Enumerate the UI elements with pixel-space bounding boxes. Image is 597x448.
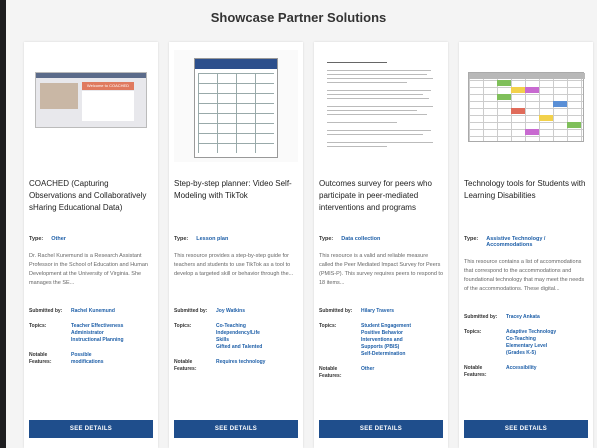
notable-features-label: Notable Features: bbox=[464, 365, 487, 378]
card-meta: Submitted by: Tracey Ankata Topics: Adapti… bbox=[464, 314, 588, 379]
type-row: Type: Data collection bbox=[319, 236, 443, 242]
topics-label: Topics: bbox=[319, 323, 337, 329]
type-label: Type: bbox=[29, 236, 44, 242]
notable-features-label: Notable Features: bbox=[29, 352, 52, 365]
card-description: This resource contains a list of accommo… bbox=[464, 259, 585, 292]
solution-card: Welcome to COACHED COACHED (Capturing Ob… bbox=[24, 42, 158, 448]
card-thumbnail[interactable] bbox=[464, 50, 588, 162]
card-thumbnail[interactable] bbox=[174, 50, 298, 162]
see-details-button[interactable]: SEE DETAILS bbox=[464, 420, 588, 438]
topics-label: Topics: bbox=[29, 323, 47, 329]
card-description: This resource is a valid and reliable me… bbox=[319, 253, 443, 286]
type-value[interactable]: Assistive Technology / Accommodations bbox=[486, 236, 588, 248]
card-title[interactable]: Technology tools for Students with Learn… bbox=[464, 178, 588, 234]
submitted-by-value[interactable]: Tracey Ankata bbox=[506, 314, 540, 321]
thumbnail-banner-text: Welcome to COACHED bbox=[82, 82, 134, 90]
type-value[interactable]: Data collection bbox=[341, 236, 380, 242]
card-description: This resource provides a step-by-step gu… bbox=[174, 253, 294, 277]
notable-features-value[interactable]: Requires technology bbox=[216, 359, 265, 373]
card-meta: Submitted by: Joy Watkins Topics: Co-Teach… bbox=[174, 308, 298, 373]
solution-card: Outcomes survey for peers who participat… bbox=[314, 42, 448, 448]
topics-value[interactable]: Student Engagement Positive Behavior Int… bbox=[361, 323, 411, 358]
topics-value[interactable]: Teacher Effectiveness Administrator Inst… bbox=[71, 323, 124, 344]
card-description: Dr. Rachel Kunemund is a Research Assist… bbox=[29, 253, 148, 286]
section-title: Showcase Partner Solutions bbox=[210, 10, 387, 25]
submitted-by-value[interactable]: Hilary Travers bbox=[361, 308, 394, 315]
submitted-by-label: Submitted by: bbox=[29, 308, 63, 314]
card-thumbnail[interactable] bbox=[319, 50, 443, 162]
notable-features-value[interactable]: Other bbox=[361, 366, 374, 380]
type-label: Type: bbox=[464, 236, 479, 242]
type-label: Type: bbox=[174, 236, 189, 242]
planner-document-image bbox=[194, 58, 278, 158]
submitted-by-value[interactable]: Rachel Kunemund bbox=[71, 308, 115, 315]
solution-card: Step-by-step planner: Video Self-Modelin… bbox=[169, 42, 303, 448]
submitted-by-label: Submitted by: bbox=[464, 314, 498, 320]
topics-value[interactable]: Adaptive Technology Co-Teaching Elementa… bbox=[506, 329, 556, 357]
notable-features-value[interactable]: Accessibility bbox=[506, 365, 537, 379]
type-row: Type: Other bbox=[29, 236, 153, 242]
screenshot-image: Welcome to COACHED bbox=[35, 72, 147, 128]
solution-card: Technology tools for Students with Learn… bbox=[459, 42, 593, 448]
topics-label: Topics: bbox=[174, 323, 192, 329]
card-meta: Submitted by: Rachel Kunemund Topics: Teac… bbox=[29, 308, 153, 366]
type-label: Type: bbox=[319, 236, 334, 242]
card-title[interactable]: Step-by-step planner: Video Self-Modelin… bbox=[174, 178, 298, 234]
notable-features-label: Notable Features: bbox=[319, 366, 342, 379]
submitted-by-label: Submitted by: bbox=[174, 308, 208, 314]
accommodations-table-image bbox=[468, 72, 585, 142]
see-details-button[interactable]: SEE DETAILS bbox=[174, 420, 298, 438]
see-details-button[interactable]: SEE DETAILS bbox=[319, 420, 443, 438]
card-meta: Submitted by: Hilary Travers Topics: Stude… bbox=[319, 308, 443, 380]
left-edge-strip bbox=[0, 0, 6, 448]
card-title[interactable]: Outcomes survey for peers who participat… bbox=[319, 178, 443, 234]
submitted-by-value[interactable]: Joy Watkins bbox=[216, 308, 245, 315]
partner-solutions-carousel: Welcome to COACHED COACHED (Capturing Ob… bbox=[24, 42, 597, 448]
notable-features-label: Notable Features: bbox=[174, 359, 197, 372]
type-row: Type: Assistive Technology / Accommodati… bbox=[464, 236, 588, 248]
submitted-by-label: Submitted by: bbox=[319, 308, 353, 314]
see-details-button[interactable]: SEE DETAILS bbox=[29, 420, 153, 438]
notable-features-value[interactable]: Possible modifications bbox=[71, 352, 104, 366]
type-value[interactable]: Other bbox=[51, 236, 66, 242]
type-row: Type: Lesson plan bbox=[174, 236, 298, 242]
type-value[interactable]: Lesson plan bbox=[196, 236, 228, 242]
topics-value[interactable]: Co-Teaching Independency/Life Skills Gif… bbox=[216, 323, 262, 351]
card-title[interactable]: COACHED (Capturing Observations and Coll… bbox=[29, 178, 153, 234]
card-thumbnail[interactable]: Welcome to COACHED bbox=[29, 50, 153, 162]
topics-label: Topics: bbox=[464, 329, 482, 335]
